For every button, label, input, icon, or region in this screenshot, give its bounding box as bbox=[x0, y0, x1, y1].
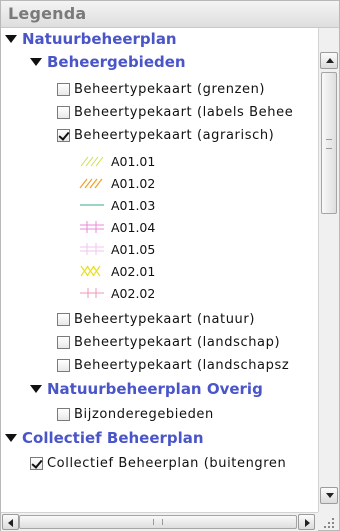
legend-label: A01.04 bbox=[111, 219, 156, 235]
crosshatch-yellow-icon bbox=[80, 265, 101, 277]
legend-label: A02.02 bbox=[111, 285, 156, 301]
layer-label: Beheertypekaart (landschapsz bbox=[74, 357, 290, 373]
group-collectief-beheerplan[interactable]: Collectief Beheerplan bbox=[5, 428, 204, 448]
legend-panel: Legenda Natuurbeheerplan Beheergebieden … bbox=[0, 0, 340, 531]
diagonal-hatch-orange-icon bbox=[79, 178, 103, 189]
arrow-down-icon bbox=[326, 493, 334, 498]
layer-checkbox[interactable] bbox=[57, 128, 70, 142]
cross-pink-icon bbox=[80, 288, 104, 298]
group-natuurbeheerplan-overig[interactable]: Natuurbeheerplan Overig bbox=[30, 379, 263, 399]
layer-item[interactable]: Beheertypekaart (grenzen) bbox=[57, 80, 265, 98]
layer-label: Collectief Beheerplan (buitengren bbox=[47, 455, 287, 471]
legend-item: A01.03 bbox=[79, 197, 155, 213]
resize-grip-icon[interactable] bbox=[318, 512, 339, 530]
layer-checkbox[interactable] bbox=[57, 312, 70, 326]
layer-item[interactable]: Beheertypekaart (landschapsz bbox=[57, 356, 289, 374]
group-label: Natuurbeheerplan Overig bbox=[47, 380, 263, 398]
legend-label: A01.01 bbox=[111, 153, 156, 169]
grid-light-pink-icon bbox=[80, 243, 104, 255]
group-label: Collectief Beheerplan bbox=[22, 429, 204, 447]
group-label: Beheergebieden bbox=[47, 53, 186, 71]
legend-item: A02.02 bbox=[79, 285, 155, 301]
line-teal-icon bbox=[80, 204, 104, 206]
legend-item: A01.04 bbox=[79, 219, 155, 235]
group-beheergebieden[interactable]: Beheergebieden bbox=[30, 52, 186, 72]
legend-item: A01.02 bbox=[79, 175, 155, 191]
layer-checkbox[interactable] bbox=[57, 358, 70, 372]
layer-item[interactable]: Beheertypekaart (labels Behee bbox=[57, 103, 293, 121]
expand-triangle-icon[interactable] bbox=[5, 434, 17, 442]
layer-checkbox[interactable] bbox=[57, 407, 70, 421]
legend-label: A01.03 bbox=[111, 197, 156, 213]
legend-tree: Natuurbeheerplan Beheergebieden Beheerty… bbox=[1, 28, 319, 512]
layer-label: Beheertypekaart (agrarisch) bbox=[74, 127, 275, 143]
layer-checkbox[interactable] bbox=[57, 82, 70, 96]
expand-triangle-icon[interactable] bbox=[5, 35, 17, 43]
scroll-right-button[interactable] bbox=[298, 514, 315, 530]
grip-icon bbox=[153, 519, 163, 525]
expand-triangle-icon[interactable] bbox=[30, 58, 42, 66]
expand-triangle-icon[interactable] bbox=[30, 385, 42, 393]
layer-label: Bijzonderegebieden bbox=[74, 406, 214, 422]
horizontal-scrollbar[interactable] bbox=[1, 512, 318, 531]
vertical-scroll-thumb[interactable] bbox=[321, 72, 337, 214]
layer-checkbox[interactable] bbox=[57, 105, 70, 119]
arrow-left-icon bbox=[8, 519, 13, 527]
arrow-right-icon bbox=[305, 519, 310, 527]
grid-pink-icon bbox=[80, 221, 104, 233]
layer-item[interactable]: Beheertypekaart (landschap) bbox=[57, 333, 280, 351]
panel-header: Legenda bbox=[1, 1, 339, 28]
layer-label: Beheertypekaart (labels Behee bbox=[74, 104, 294, 120]
layer-label: Beheertypekaart (natuur) bbox=[74, 311, 256, 327]
layer-item[interactable]: Beheertypekaart (agrarisch) bbox=[57, 126, 274, 144]
legend-label: A01.02 bbox=[111, 175, 156, 191]
legend-label: A01.05 bbox=[111, 241, 156, 257]
legend-label: A02.01 bbox=[111, 263, 156, 279]
layer-item[interactable]: Bijzonderegebieden bbox=[57, 405, 214, 423]
scroll-down-button[interactable] bbox=[320, 487, 338, 504]
layer-label: Beheertypekaart (grenzen) bbox=[74, 81, 266, 97]
legend-item: A01.05 bbox=[79, 241, 155, 257]
group-label: Natuurbeheerplan bbox=[22, 30, 177, 48]
arrow-up-icon bbox=[326, 58, 334, 63]
layer-item[interactable]: Collectief Beheerplan (buitengren bbox=[30, 454, 286, 472]
scroll-left-button[interactable] bbox=[2, 514, 19, 530]
grip-icon bbox=[326, 139, 332, 149]
layer-checkbox[interactable] bbox=[30, 456, 43, 470]
scroll-up-button[interactable] bbox=[320, 52, 338, 69]
legend-item: A01.01 bbox=[79, 153, 155, 169]
legend-item: A02.01 bbox=[79, 263, 155, 279]
diagonal-hatch-yellow-green-icon bbox=[80, 156, 104, 167]
layer-checkbox[interactable] bbox=[57, 335, 70, 349]
panel-title: Legenda bbox=[8, 4, 87, 23]
layer-label: Beheertypekaart (landschap) bbox=[74, 334, 281, 350]
layer-item[interactable]: Beheertypekaart (natuur) bbox=[57, 310, 255, 328]
vertical-scrollbar[interactable] bbox=[318, 28, 339, 512]
group-natuurbeheerplan[interactable]: Natuurbeheerplan bbox=[5, 29, 177, 49]
horizontal-scroll-thumb[interactable] bbox=[19, 515, 297, 529]
